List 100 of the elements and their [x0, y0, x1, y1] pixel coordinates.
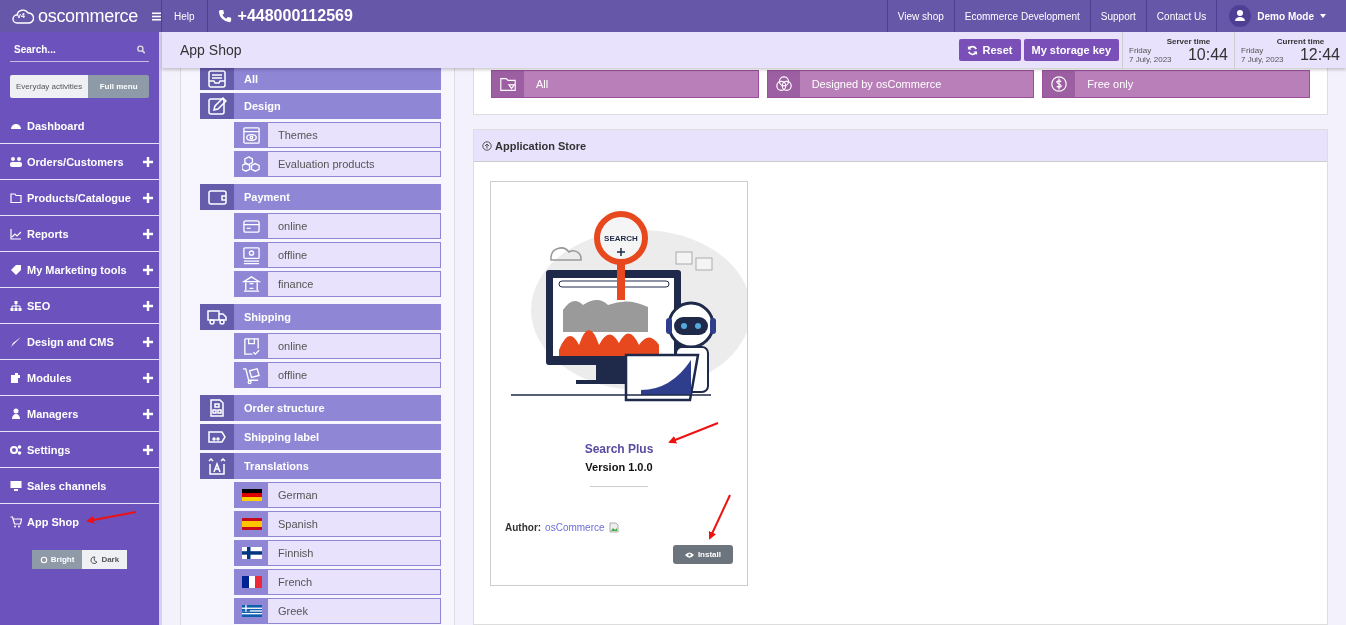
window-eye-icon — [242, 125, 261, 145]
subcategory-item[interactable]: Evaluation products — [234, 151, 441, 177]
author-link[interactable]: osCommerce — [545, 522, 605, 533]
moon-icon — [90, 555, 99, 564]
bank-icon — [242, 274, 261, 294]
collapse-icon[interactable] — [482, 140, 492, 151]
subcategory-item[interactable]: German — [234, 482, 441, 508]
coin-icon — [1050, 75, 1069, 93]
clock-time: 12:44 — [1299, 45, 1340, 64]
category-item[interactable]: Shipping label — [200, 424, 441, 450]
flag-icon — [241, 547, 262, 559]
circles-icon — [774, 75, 793, 93]
sidebar-item[interactable]: Design and CMS — [0, 324, 159, 360]
filter-button[interactable]: Free only — [1042, 70, 1310, 98]
subcategory-item[interactable]: online — [234, 333, 441, 359]
plus-icon — [143, 300, 153, 311]
clock-label: Current time — [1275, 36, 1326, 46]
box-check-icon — [242, 336, 261, 356]
app-version: Version 1.0.0 — [585, 461, 653, 473]
clock-label: Server time — [1165, 36, 1212, 46]
plus-icon — [143, 372, 153, 383]
eye-icon — [684, 551, 694, 558]
users-icon — [10, 155, 22, 168]
category-item[interactable]: Design — [200, 93, 441, 119]
category-item[interactable]: Translations — [200, 453, 441, 479]
flag-icon — [241, 518, 262, 530]
sidebar-item[interactable]: SEO — [0, 288, 159, 324]
subcategory-item[interactable]: offline — [234, 242, 441, 268]
subcategory-item[interactable]: online — [234, 213, 441, 239]
monitor-icon — [10, 479, 22, 492]
subcategory-item[interactable]: finance — [234, 271, 441, 297]
sidebar-item[interactable]: Managers — [0, 396, 159, 432]
plus-icon — [143, 336, 153, 347]
truck-icon — [207, 307, 227, 327]
subcategory-item[interactable]: French — [234, 569, 441, 595]
subcategory-item[interactable]: Spanish — [234, 511, 441, 537]
plus-icon — [143, 264, 153, 275]
flag-icon — [241, 489, 262, 501]
sidebar-item[interactable]: Modules — [0, 360, 159, 396]
category-item[interactable]: Payment — [200, 184, 441, 210]
sidebar-item[interactable]: Orders/Customers — [0, 144, 159, 180]
chart-icon — [10, 227, 22, 240]
broken-image-icon — [608, 522, 619, 533]
tray-icon — [207, 69, 227, 89]
logo-cloud-icon — [12, 6, 34, 26]
cart-icon — [10, 516, 22, 528]
translate-icon — [207, 456, 227, 476]
filter-button[interactable]: Designed by osCommerce — [766, 70, 1035, 98]
category-item[interactable]: All — [200, 68, 441, 90]
sidebar-item[interactable]: Settings — [0, 432, 159, 468]
sidebar-item[interactable]: Sales channels — [0, 468, 159, 504]
folder-icon — [499, 75, 517, 93]
clock-time: 10:44 — [1187, 45, 1228, 64]
pencil-icon — [207, 96, 227, 116]
search-field[interactable]: Search... — [14, 44, 137, 55]
user-avatar-icon — [1229, 5, 1252, 27]
phone-icon — [217, 9, 232, 23]
logo-text: oscommerce — [38, 5, 139, 27]
sidebar-item[interactable]: Products/Catalogue — [0, 180, 159, 216]
menu-mode-tab[interactable]: Everyday activities — [10, 75, 89, 98]
sidebar-item[interactable]: App Shop — [0, 504, 159, 540]
plus-icon — [143, 192, 153, 203]
subcategory-item[interactable]: offline — [234, 362, 441, 388]
sitemap-icon — [10, 299, 22, 312]
theme-tab[interactable]: Dark — [82, 550, 128, 569]
category-item[interactable]: Shipping — [200, 304, 441, 330]
clock-date: 7 July, 2023 — [1241, 54, 1284, 64]
reset-button[interactable]: Reset — [958, 39, 1021, 61]
search-icon — [136, 45, 145, 54]
sidebar-item[interactable]: Dashboard — [0, 108, 159, 144]
filter-button[interactable]: All — [491, 70, 759, 98]
subcategory-item[interactable]: Greek — [234, 598, 441, 624]
menu-icon[interactable] — [152, 11, 161, 21]
storage-key-button[interactable]: My storage key — [1023, 39, 1119, 61]
clock-day: Friday — [1241, 45, 1284, 55]
annotation-arrow — [708, 494, 731, 540]
tag-icon — [10, 263, 22, 276]
flag-icon — [241, 576, 262, 588]
sun-icon — [39, 555, 48, 564]
page-title: App Shop — [179, 42, 242, 58]
wallet-icon — [207, 187, 227, 207]
clock-day: Friday — [1129, 45, 1172, 55]
subcategory-item[interactable]: Themes — [234, 122, 441, 148]
caret-icon — [1320, 14, 1326, 18]
install-button[interactable]: Install — [672, 545, 733, 564]
category-item[interactable]: Order structure — [200, 395, 441, 421]
user-icon — [10, 407, 22, 420]
flag-icon — [241, 605, 262, 617]
trolley-icon — [242, 365, 261, 385]
plus-icon — [143, 156, 153, 167]
annotation-arrow — [86, 511, 137, 524]
plus-icon — [143, 228, 153, 239]
app-name: Search Plus — [584, 442, 654, 456]
sidebar-item[interactable]: Reports — [0, 216, 159, 252]
banknote-icon — [242, 245, 261, 265]
sidebar-item[interactable]: My Marketing tools — [0, 252, 159, 288]
cubes-icon — [242, 154, 261, 174]
annotation-arrow — [668, 422, 719, 444]
subcategory-item[interactable]: Finnish — [234, 540, 441, 566]
author-label: Author: — [505, 522, 542, 533]
